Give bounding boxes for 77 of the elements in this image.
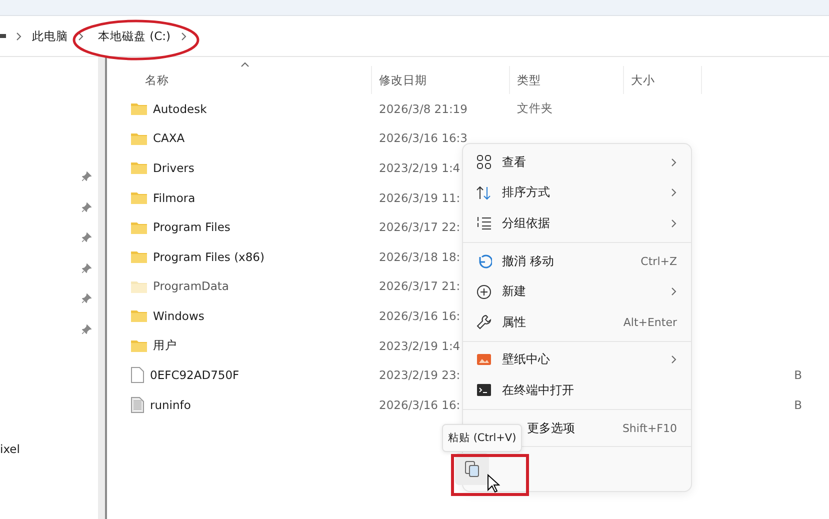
file-name[interactable]: Filmora — [153, 190, 196, 205]
picture-icon — [476, 352, 492, 368]
chevron-right-icon — [671, 287, 677, 296]
paste-button[interactable] — [455, 453, 489, 486]
folder-icon — [131, 250, 147, 264]
plus-icon — [476, 284, 492, 300]
folder-icon — [131, 191, 147, 204]
grid-icon — [476, 154, 492, 170]
file-name[interactable]: runinfo — [150, 398, 191, 412]
chevron-right-icon — [671, 355, 677, 364]
modified-date: 2026/3/17 22: — [379, 220, 460, 234]
pin-icon[interactable] — [82, 262, 92, 273]
chevron-right-icon — [180, 32, 187, 40]
modified-date: 2026/3/16 16: — [379, 308, 460, 323]
file-type: 文件夹 — [517, 101, 553, 116]
column-header[interactable]: 名称 — [131, 66, 372, 94]
paste-icon — [464, 460, 480, 478]
terminal-icon — [476, 382, 492, 398]
folder-icon — [131, 280, 147, 293]
pin-icon[interactable] — [82, 293, 92, 304]
menu-item[interactable]: 新建 — [463, 276, 691, 307]
folder-icon — [131, 161, 147, 174]
chevron-right-icon — [671, 158, 677, 167]
sort-icon — [476, 184, 492, 201]
folder-icon — [131, 102, 147, 116]
modified-date: 2026/3/8 21:19 — [379, 102, 468, 116]
chevron-right-icon — [78, 32, 84, 40]
file-name[interactable]: 0EFC92AD750F — [150, 368, 240, 382]
column-header[interactable]: 类型 — [510, 66, 624, 94]
menu-item[interactable]: 属性 Alt+Enter — [463, 306, 691, 338]
file-name[interactable]: Drivers — [153, 160, 194, 175]
pin-icon[interactable] — [82, 171, 92, 182]
file-size: B — [794, 398, 802, 412]
file-name[interactable]: Windows — [153, 308, 204, 323]
menu-item[interactable]: 壁纸中心 — [463, 344, 691, 376]
file-name[interactable]: Program Files — [153, 220, 230, 234]
chevron-right-icon — [671, 218, 677, 228]
column-header[interactable]: 大小 — [624, 66, 702, 94]
address-bar[interactable]: 此电脑 本地磁盘 (C:) — [0, 16, 829, 57]
folder-icon — [131, 339, 147, 352]
wrench-icon — [476, 314, 492, 330]
file-name[interactable]: ProgramData — [153, 279, 229, 294]
home-icon[interactable] — [0, 33, 6, 39]
modified-date: 2026/3/19 11: — [379, 190, 460, 205]
text-file-icon — [131, 396, 144, 413]
folder-icon — [131, 220, 147, 234]
column-header[interactable]: 修改日期 — [372, 66, 510, 94]
pin-icon[interactable] — [82, 324, 92, 334]
menu-item[interactable]: 查看 — [463, 147, 691, 178]
file-name[interactable]: Autodesk — [153, 102, 207, 116]
modified-date: 2026/3/16 16: — [379, 398, 460, 412]
scrollbar[interactable] — [98, 57, 107, 519]
modified-date: 2023/2/19 23: — [379, 368, 460, 382]
modified-date: 2023/2/19 1:4 — [379, 338, 460, 353]
tooltip: 粘贴 (Ctrl+V) — [442, 424, 522, 452]
menu-item[interactable]: 分组依据 — [463, 208, 691, 239]
list-icon — [476, 215, 492, 232]
modified-date: 2026/3/16 16:3 — [379, 131, 468, 146]
pin-icon[interactable] — [82, 232, 92, 242]
file-name[interactable]: Program Files (x86) — [153, 250, 264, 264]
folder-icon — [131, 309, 147, 322]
file-icon — [131, 367, 144, 384]
file-name[interactable]: CAXA — [153, 131, 185, 146]
file-size: B — [794, 368, 802, 382]
chevron-right-icon — [671, 188, 677, 198]
menu-item[interactable]: 排序方式 — [463, 178, 691, 208]
modified-date: 2026/3/18 18: — [379, 250, 460, 264]
folder-icon — [131, 132, 147, 145]
breadcrumb-item[interactable]: 此电脑 — [32, 28, 68, 44]
menu-item[interactable]: 在终端中打开 — [463, 375, 691, 406]
modified-date: 2026/3/17 21: — [379, 279, 460, 294]
pin-icon[interactable] — [82, 202, 92, 212]
file-name[interactable]: 用户 — [153, 338, 177, 354]
menu-item[interactable]: 撤消 移动 Ctrl+Z — [463, 246, 691, 276]
modified-date: 2023/2/19 1:4 — [379, 160, 460, 175]
chevron-right-icon — [16, 32, 22, 40]
nav-item[interactable]: ixel — [0, 442, 20, 456]
